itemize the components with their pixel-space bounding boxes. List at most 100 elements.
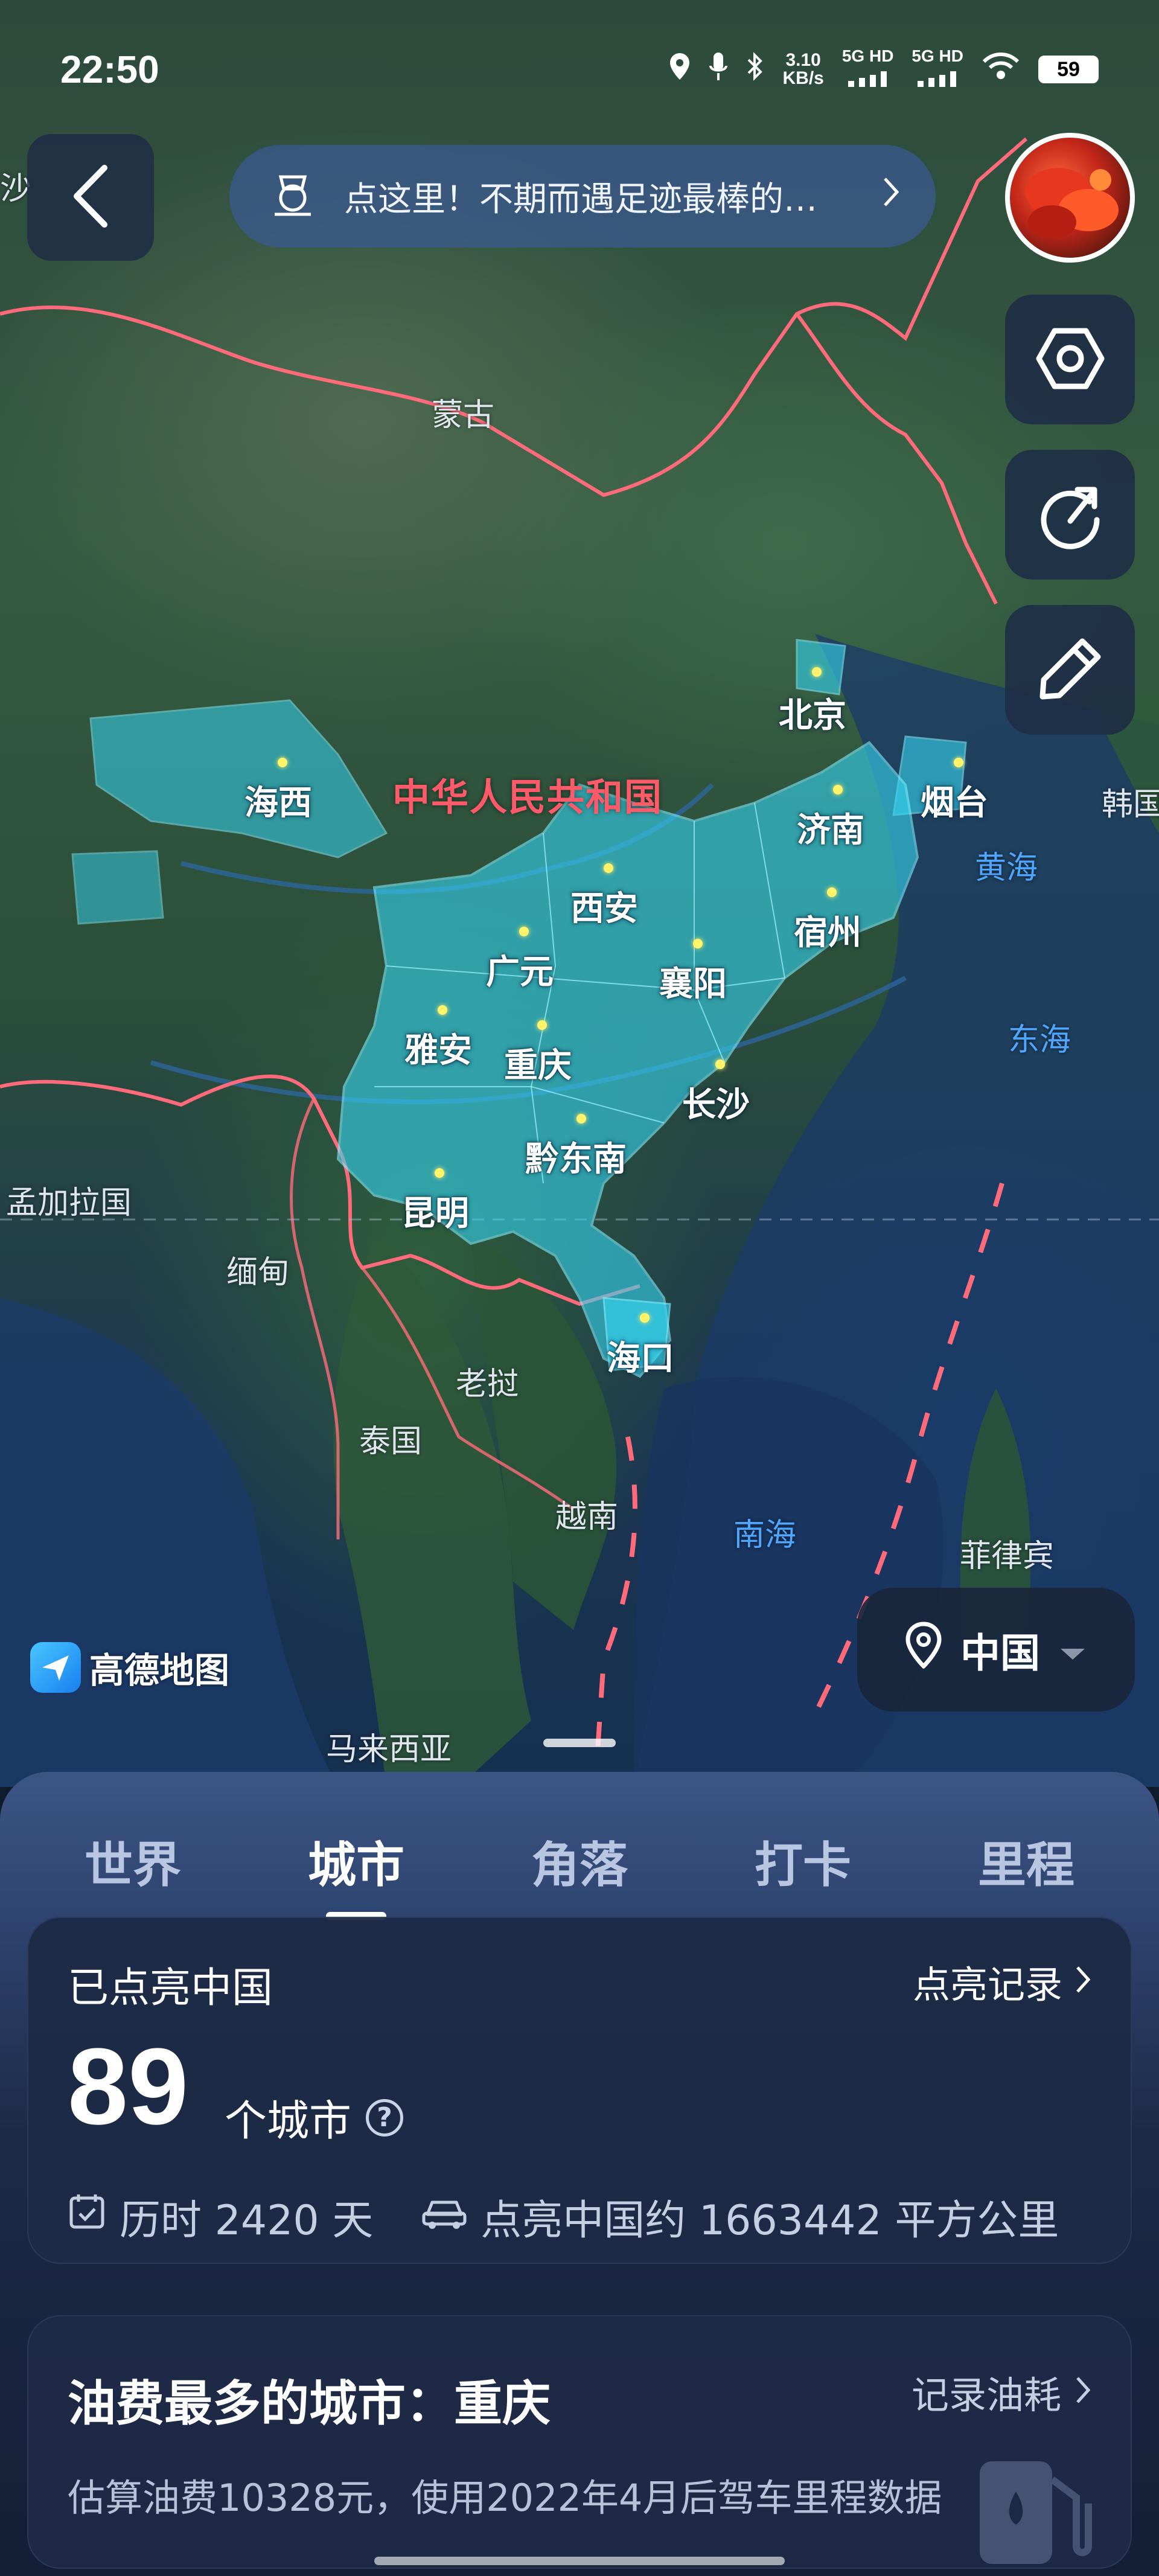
myanmar-border [290, 1098, 340, 1539]
user-avatar[interactable] [1005, 133, 1135, 263]
panel-drag-handle[interactable] [543, 1739, 616, 1747]
lit-west-patch[interactable] [71, 850, 164, 925]
map-label-laos: 老挝 [456, 1366, 519, 1402]
map-label-south-sea: 南海 [733, 1517, 797, 1553]
city-label-haikou[interactable]: 海口 [607, 1331, 674, 1380]
tab-corner[interactable]: 角落 [513, 1826, 646, 1896]
net-speed: 3.10 KB/s [782, 51, 823, 88]
footprint-map[interactable]: 沙 蒙古 孟加拉国 缅甸 老挝 泰国 越南 菲律宾 马来西亚 韩国 黄海 东海 … [0, 0, 1159, 1787]
status-bar: 22:50 3.10 KB/s 5G HD 5G HD 59 [0, 0, 1159, 139]
city-dot-qiandongnan [576, 1114, 586, 1123]
city-label-xian[interactable]: 西安 [570, 881, 638, 930]
region-selector[interactable]: 中国 [857, 1588, 1135, 1711]
region-selector-label: 中国 [960, 1629, 1040, 1676]
chevron-right-icon [881, 176, 899, 216]
city-dot-haixi [278, 758, 287, 767]
city-label-suzhou[interactable]: 宿州 [794, 906, 861, 954]
city-dot-haikou [640, 1313, 650, 1323]
help-icon[interactable]: ? [366, 2098, 403, 2137]
map-label-east-sea: 东海 [1008, 1022, 1071, 1058]
map-country-title: 中华人民共和国 [392, 775, 663, 819]
city-label-haixi[interactable]: 海西 [244, 776, 312, 825]
sim1-label: 5G HD [841, 46, 894, 65]
promo-banner[interactable]: 点这里！不期而遇足迹最棒的… [229, 145, 936, 248]
microphone-icon [709, 51, 728, 88]
city-label-kunming[interactable]: 昆明 [401, 1186, 469, 1235]
fuel-cost-card[interactable]: 油费最多的城市：重庆 记录油耗 估算油费10328元，使用2022年4月后驾车里… [27, 2315, 1132, 2569]
map-label-yellow-sea: 黄海 [975, 850, 1038, 886]
fuel-record-link[interactable]: 记录油耗 [912, 2365, 1091, 2419]
mascot-icon [266, 165, 320, 228]
area-text: 点亮中国约 1663442 平方公里 [481, 2197, 1059, 2245]
map-label-malaysia: 马来西亚 [326, 1731, 452, 1768]
lit-record-label: 点亮记录 [912, 1963, 1062, 2007]
fuel-cost-description: 估算油费10328元，使用2022年4月后驾车里程数据 [68, 2476, 942, 2520]
city-label-qiandongnan[interactable]: 黔东南 [525, 1132, 627, 1181]
lit-record-link[interactable]: 点亮记录 [913, 1954, 1091, 2009]
city-dot-xiangyang [693, 939, 703, 948]
chevron-right-icon [1074, 2370, 1091, 2414]
duration-stat: 历时 2420 天 [68, 2187, 373, 2246]
wifi-icon [982, 52, 1020, 87]
lit-stats-row: 历时 2420 天 点亮中国约 1663442 平方公里 [68, 2187, 1059, 2246]
sim2-label: 5G HD [912, 46, 963, 65]
city-dot-beijing [812, 667, 822, 677]
car-icon [421, 2193, 467, 2240]
city-dot-xian [604, 863, 613, 873]
area-stat: 点亮中国约 1663442 平方公里 [421, 2187, 1059, 2246]
amap-logo: 高德地图 [30, 1642, 229, 1693]
city-label-xiangyang[interactable]: 襄阳 [659, 957, 727, 1006]
net-speed-unit: KB/s [782, 68, 824, 88]
map-label-vietnam: 越南 [555, 1499, 619, 1535]
lit-city-unit: 个城市 [225, 2096, 351, 2146]
battery-indicator: 59 [1038, 56, 1099, 83]
city-label-yaan[interactable]: 雅安 [404, 1023, 472, 1072]
fuel-record-label: 记录油耗 [911, 2373, 1061, 2417]
settings-button[interactable] [1005, 295, 1135, 424]
map-label-thailand: 泰国 [359, 1424, 423, 1460]
share-button[interactable] [1005, 450, 1135, 580]
chevron-down-icon [1058, 1626, 1087, 1673]
city-label-jinan[interactable]: 济南 [797, 803, 864, 852]
city-label-yantai[interactable]: 烟台 [921, 776, 988, 825]
city-label-guangyuan[interactable]: 广元 [486, 945, 554, 994]
city-dot-kunming [435, 1168, 444, 1178]
chevron-left-icon [69, 163, 112, 232]
edit-button[interactable] [1005, 605, 1135, 735]
home-indicator[interactable] [374, 2557, 785, 2565]
calendar-check-icon [68, 2192, 106, 2241]
city-dot-chongqing [537, 1020, 547, 1030]
amap-logo-text: 高德地图 [89, 1650, 230, 1691]
city-label-changsha[interactable]: 长沙 [682, 1078, 750, 1127]
stats-panel: 世界 城市 角落 打卡 里程 已点亮中国 点亮记录 89 个城市 ? 历时 24… [0, 1772, 1159, 2576]
lit-city-count: 89 [68, 2026, 189, 2147]
lit-beijing[interactable] [796, 639, 846, 695]
lit-city-unit-row: 个城市 ? [225, 2087, 403, 2148]
share-arrow-icon [1034, 478, 1106, 552]
city-label-beijing[interactable]: 北京 [779, 688, 846, 737]
northeast-border [795, 313, 998, 605]
back-button[interactable] [27, 134, 154, 261]
bay-of-bengal [0, 1298, 338, 1787]
location-pin-icon [905, 1621, 942, 1678]
tab-mileage[interactable]: 里程 [960, 1826, 1093, 1896]
status-icons: 3.10 KB/s 5G HD 5G HD 59 [669, 46, 1099, 93]
tab-world[interactable]: 世界 [66, 1826, 199, 1896]
avatar-image [1025, 168, 1119, 239]
city-label-chongqing[interactable]: 重庆 [504, 1038, 572, 1087]
tab-city[interactable]: 城市 [290, 1826, 423, 1920]
city-dot-changsha [715, 1059, 725, 1069]
pencil-icon [1034, 633, 1106, 708]
city-dot-yantai [954, 758, 963, 767]
map-label-philippines: 菲律宾 [960, 1538, 1055, 1574]
fuel-pump-icon [980, 2461, 1092, 2564]
chevron-right-icon [1074, 1960, 1091, 2004]
lit-haixi[interactable] [89, 699, 388, 858]
fuel-cost-title: 油费最多的城市：重庆 [68, 2376, 551, 2432]
lit-cities-title: 已点亮中国 [68, 1964, 273, 2012]
tab-checkin[interactable]: 打卡 [736, 1826, 869, 1896]
city-dot-suzhou [827, 887, 837, 897]
signal-bars-icon [847, 66, 889, 93]
sim1-signal: 5G HD [841, 46, 894, 93]
category-tabs: 世界 城市 角落 打卡 里程 [0, 1826, 1159, 1920]
